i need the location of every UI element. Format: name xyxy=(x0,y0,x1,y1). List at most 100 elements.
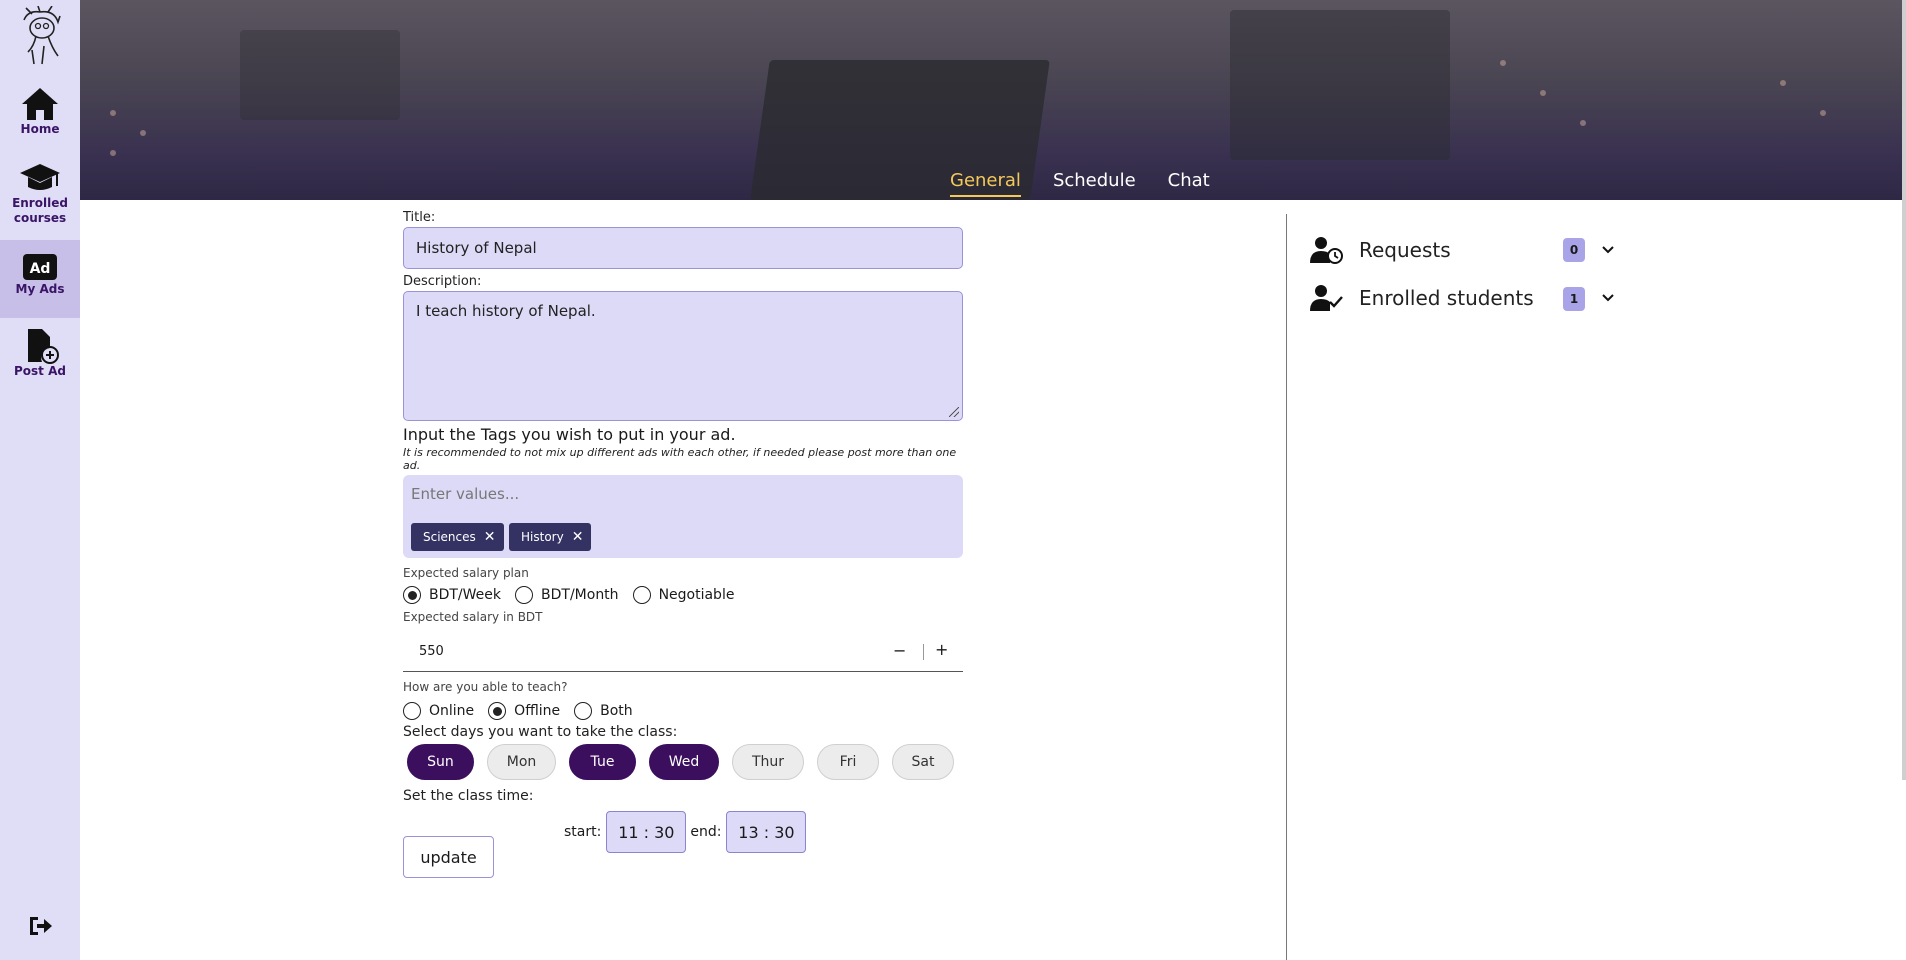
radio-circle xyxy=(515,586,534,604)
salary-label: Expected salary in BDT xyxy=(403,610,543,624)
description-label: Description: xyxy=(403,274,482,289)
sidebar-item-post-ad[interactable]: Post Ad xyxy=(0,328,80,388)
header-banner: General Schedule Chat xyxy=(80,0,1902,200)
scrollbar[interactable] xyxy=(1902,0,1906,780)
svg-text:Ad: Ad xyxy=(30,261,51,277)
panel-divider xyxy=(1286,214,1287,960)
description-textarea[interactable]: I teach history of Nepal. xyxy=(403,291,963,421)
teach-mode-label: How are you able to teach? xyxy=(403,680,568,694)
radio-label: Online xyxy=(429,703,475,719)
radio-bdt-month[interactable]: BDT/Month xyxy=(515,586,619,604)
start-label: start: xyxy=(564,824,602,840)
radio-label: Offline xyxy=(514,703,561,719)
day-wed[interactable]: Wed xyxy=(649,744,719,780)
banner-decoration xyxy=(1580,120,1586,126)
home-icon xyxy=(22,88,58,120)
sidebar: Home Enrolled courses Ad My Ads Post Ad xyxy=(0,0,80,960)
radio-circle xyxy=(632,586,651,604)
requests-label: Requests xyxy=(1359,238,1451,262)
logo xyxy=(23,6,61,65)
radio-both[interactable]: Both xyxy=(574,702,633,720)
enrolled-count-badge: 1 xyxy=(1563,287,1585,311)
enrolled-students-label: Enrolled students xyxy=(1359,286,1534,310)
radio-label: Negotiable xyxy=(658,587,735,603)
file-plus-icon xyxy=(28,329,59,364)
tags-placeholder: Enter values... xyxy=(411,485,520,503)
enrolled-students-row[interactable]: Enrolled students xyxy=(1309,284,1534,312)
tab-general[interactable]: General xyxy=(950,170,1021,197)
sidebar-item-label: Post Ad xyxy=(14,364,66,378)
salary-stepper[interactable]: 550 − + xyxy=(403,632,963,672)
salary-value: 550 xyxy=(419,644,444,659)
tab-chat[interactable]: Chat xyxy=(1168,170,1210,197)
requests-count-badge: 0 xyxy=(1563,238,1585,262)
radio-bdt-week[interactable]: BDT/Week xyxy=(403,586,501,604)
time-range: start: 11 : 30 end: 13 : 30 xyxy=(564,811,963,853)
requests-row[interactable]: Requests xyxy=(1309,236,1451,264)
salary-plan-group: BDT/Week BDT/Month Negotiable xyxy=(403,586,963,604)
sidebar-item-enrolled-courses[interactable]: Enrolled courses xyxy=(0,160,80,236)
radio-label: BDT/Week xyxy=(429,587,502,603)
radio-online[interactable]: Online xyxy=(403,702,474,720)
radio-label: BDT/Month xyxy=(541,587,619,603)
radio-circle xyxy=(403,586,421,604)
banner-decoration xyxy=(140,130,146,136)
day-sat[interactable]: Sat xyxy=(892,744,954,780)
graduation-cap-icon xyxy=(20,164,60,190)
stepper-divider xyxy=(923,644,924,660)
description-text: I teach history of Nepal. xyxy=(416,302,596,320)
chevron-down-icon[interactable] xyxy=(1602,294,1614,302)
tag-label: Sciences xyxy=(423,530,476,544)
radio-negotiable[interactable]: Negotiable xyxy=(632,586,735,604)
ad-icon: Ad xyxy=(23,254,57,280)
title-label: Title: xyxy=(403,210,436,225)
tags-input[interactable]: Enter values... Sciences ✕ History ✕ xyxy=(403,475,963,558)
day-tue[interactable]: Tue xyxy=(569,744,636,780)
tag-label: History xyxy=(521,530,564,544)
sidebar-item-label: Home xyxy=(20,122,60,136)
start-time-input[interactable]: 11 : 30 xyxy=(606,811,687,853)
banner-decoration xyxy=(110,150,116,156)
radio-label: Both xyxy=(600,703,633,719)
tag-chip: History ✕ xyxy=(509,523,592,551)
teach-mode-group: Online Offline Both xyxy=(403,702,963,720)
tags-hint: It is recommended to not mix up differen… xyxy=(403,446,957,472)
remove-tag-icon[interactable]: ✕ xyxy=(484,530,496,544)
resize-handle-icon[interactable] xyxy=(949,407,959,417)
sidebar-item-label: Enrolled courses xyxy=(12,196,68,225)
tags-label: Input the Tags you wish to put in your a… xyxy=(403,425,736,444)
radio-offline[interactable]: Offline xyxy=(488,702,560,720)
logout-icon[interactable] xyxy=(26,914,54,938)
increment-button[interactable]: + xyxy=(935,640,948,659)
radio-circle xyxy=(488,702,507,720)
day-thur[interactable]: Thur xyxy=(732,744,804,780)
banner-decoration xyxy=(1540,90,1546,96)
tab-schedule[interactable]: Schedule xyxy=(1053,170,1136,197)
end-time-input[interactable]: 13 : 30 xyxy=(726,811,807,853)
sidebar-item-home[interactable]: Home xyxy=(0,86,80,146)
end-label: end: xyxy=(690,824,722,840)
update-button[interactable]: update xyxy=(403,836,494,878)
days-label: Select days you want to take the class: xyxy=(403,724,678,740)
time-label: Set the class time: xyxy=(403,788,534,804)
day-mon[interactable]: Mon xyxy=(487,744,556,780)
decrement-button[interactable]: − xyxy=(893,641,906,660)
banner-decoration xyxy=(240,30,400,120)
banner-decoration xyxy=(110,110,116,116)
tag-chip: Sciences ✕ xyxy=(411,523,504,551)
days-selector: Sun Mon Tue Wed Thur Fri Sat xyxy=(407,744,963,780)
sidebar-item-my-ads[interactable]: Ad My Ads xyxy=(0,240,80,318)
radio-circle xyxy=(574,702,593,720)
ad-edit-form: Title: History of Nepal Description: I t… xyxy=(403,210,963,853)
day-fri[interactable]: Fri xyxy=(817,744,879,780)
title-input[interactable]: History of Nepal xyxy=(403,227,963,269)
radio-circle xyxy=(403,702,421,720)
user-clock-icon xyxy=(1310,237,1343,264)
user-check-icon xyxy=(1310,285,1343,311)
chevron-down-icon[interactable] xyxy=(1602,246,1614,254)
banner-decoration xyxy=(1780,80,1786,86)
remove-tag-icon[interactable]: ✕ xyxy=(572,530,584,544)
tab-bar: General Schedule Chat xyxy=(950,170,1210,197)
salary-plan-label: Expected salary plan xyxy=(403,566,529,580)
day-sun[interactable]: Sun xyxy=(407,744,474,780)
